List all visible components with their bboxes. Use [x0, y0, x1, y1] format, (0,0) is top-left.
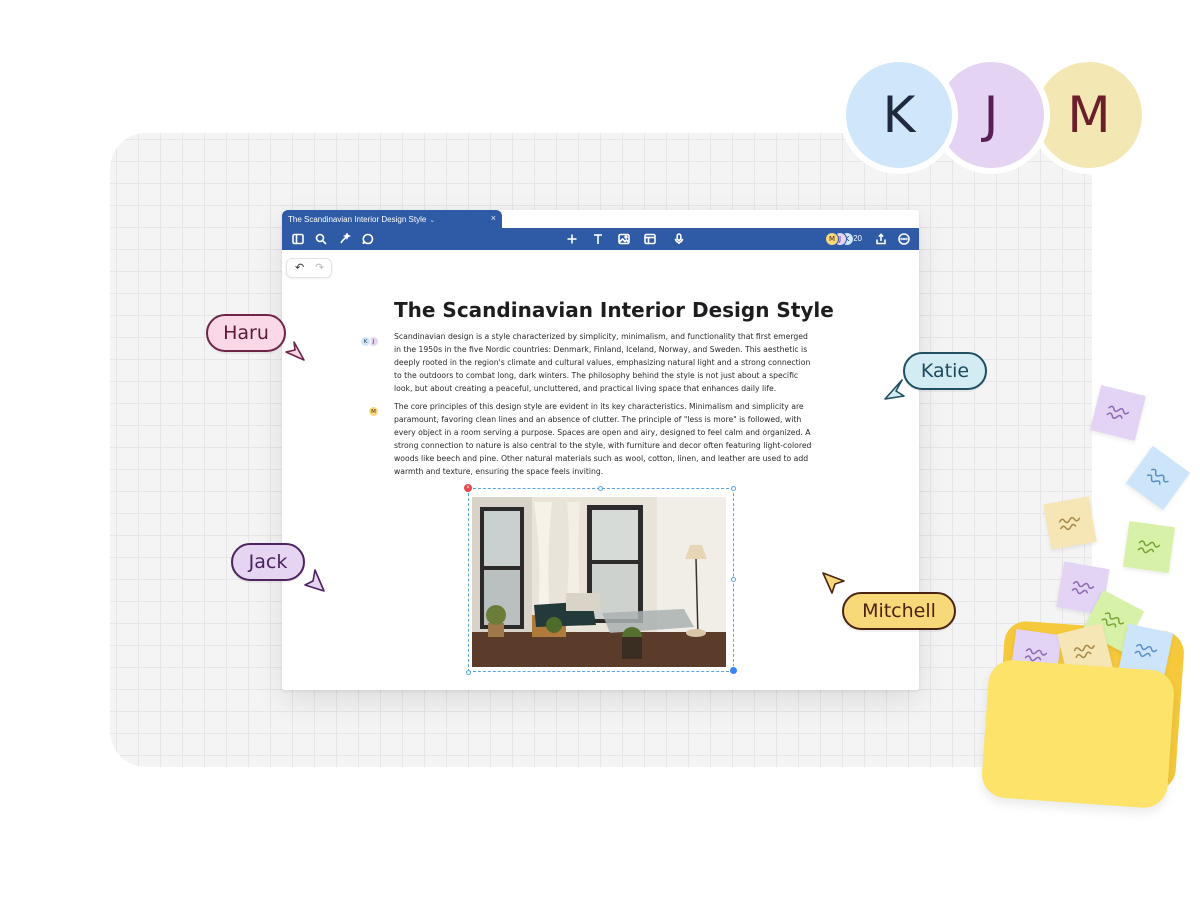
table-icon[interactable] — [640, 228, 660, 250]
sticky-note — [1123, 521, 1175, 573]
avatar-initial: K — [882, 86, 916, 144]
document-tab[interactable]: The Scandinavian Interior Design Style ⌄ … — [282, 210, 502, 230]
tab-title: The Scandinavian Interior Design Style — [288, 215, 427, 224]
marker-initial: K — [363, 338, 368, 345]
marker-initial: M — [371, 408, 376, 415]
cursor-arrow-icon — [822, 572, 845, 594]
redo-icon[interactable]: ↷ — [315, 261, 324, 274]
cursor-name: Katie — [920, 360, 970, 382]
resize-handle[interactable] — [466, 670, 471, 675]
collaborator-avatar[interactable]: M — [825, 232, 839, 246]
sticky-note — [1125, 445, 1191, 511]
avatar-initial: J — [983, 86, 999, 144]
editor-window: The Scandinavian Interior Design Style ⌄ … — [282, 210, 919, 690]
delete-image-icon[interactable]: × — [464, 484, 472, 492]
toolbar: M J K 20 — [282, 228, 919, 250]
resize-handle[interactable] — [598, 486, 603, 491]
avatar-k: K — [840, 56, 958, 174]
cursor-label-haru: Haru — [206, 314, 286, 352]
cursor-label-katie: Katie — [903, 352, 987, 390]
rotate-handle-icon[interactable] — [729, 666, 738, 675]
chevron-down-icon[interactable]: ⌄ — [429, 217, 435, 224]
comment-marker-avatar[interactable]: K — [360, 336, 371, 347]
text-icon[interactable] — [588, 228, 608, 250]
tab-strip: The Scandinavian Interior Design Style ⌄ … — [282, 210, 919, 230]
cursor-label-mitchell: Mitchell — [842, 592, 956, 630]
ai-sparkle-icon[interactable] — [335, 228, 355, 250]
sidebar-icon[interactable] — [288, 228, 308, 250]
undo-icon[interactable]: ↶ — [295, 261, 304, 274]
document-title[interactable]: The Scandinavian Interior Design Style — [394, 298, 834, 322]
resize-handle[interactable] — [731, 577, 736, 582]
sticky-note — [1090, 385, 1146, 441]
undo-redo-group: ↶ ↷ — [286, 258, 332, 278]
image-icon[interactable] — [614, 228, 634, 250]
interior-photo[interactable] — [472, 497, 726, 667]
avatar-initial: M — [1067, 86, 1111, 144]
close-icon[interactable]: × — [491, 213, 496, 223]
cursor-arrow-icon — [884, 379, 905, 400]
add-icon[interactable] — [562, 228, 582, 250]
resize-handle[interactable] — [731, 486, 736, 491]
search-icon[interactable] — [311, 228, 331, 250]
collaborator-count[interactable]: 20 — [853, 234, 862, 243]
comment-marker-avatar[interactable]: M — [368, 406, 379, 417]
collaborator-initial: M — [828, 235, 836, 243]
cursor-name: Jack — [248, 551, 288, 573]
folder-icon — [980, 658, 1176, 810]
paragraph[interactable]: The core principles of this design style… — [394, 401, 812, 478]
cursor-name: Mitchell — [862, 600, 936, 622]
marker-initial: J — [372, 338, 375, 345]
cursor-label-jack: Jack — [231, 543, 305, 581]
paragraph[interactable]: Scandinavian design is a style character… — [394, 331, 812, 396]
microphone-icon[interactable] — [669, 228, 689, 250]
sticky-note — [1043, 496, 1097, 550]
interior-photo-illustration — [472, 497, 726, 667]
comment-icon[interactable] — [358, 228, 378, 250]
cursor-arrow-icon — [304, 569, 325, 592]
cursor-arrow-icon — [285, 341, 305, 361]
cursor-name: Haru — [223, 322, 269, 344]
more-icon[interactable] — [894, 228, 914, 250]
share-icon[interactable] — [871, 228, 891, 250]
collaborator-initial: J — [838, 235, 842, 243]
